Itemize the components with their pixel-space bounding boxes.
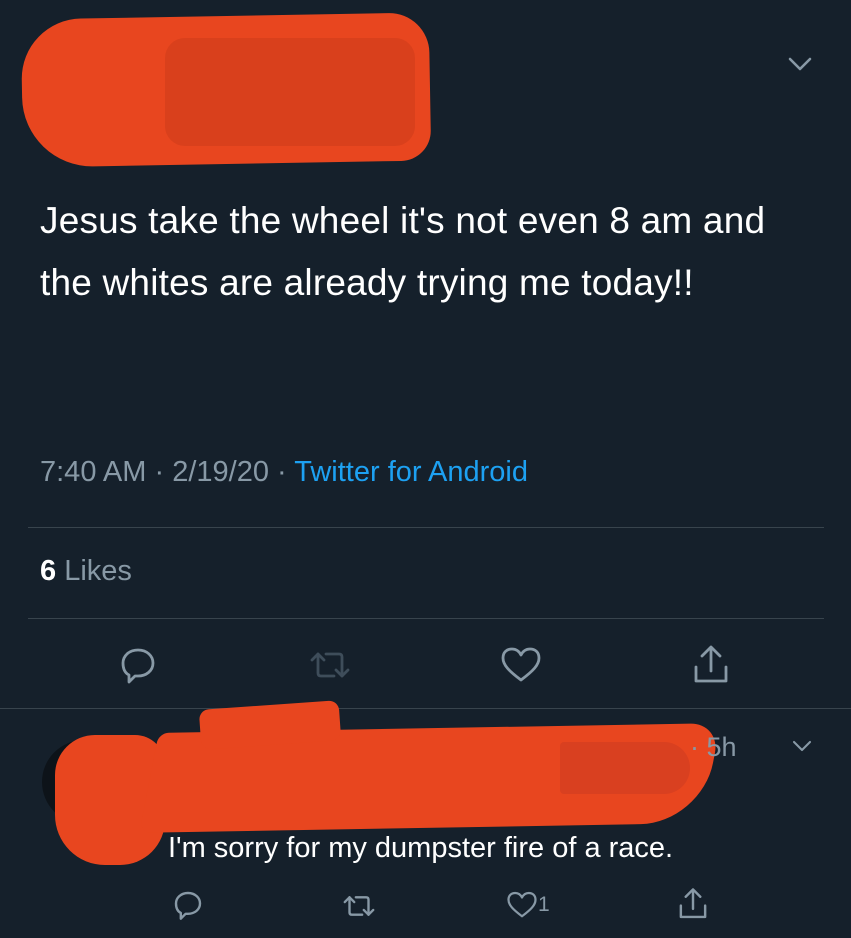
reply-retweet-icon[interactable] bbox=[340, 890, 378, 922]
tweet-date: 2/19/20 bbox=[172, 456, 269, 488]
meta-separator: · bbox=[690, 732, 699, 762]
reply-reply-icon[interactable] bbox=[172, 889, 204, 921]
likes-label: Likes bbox=[64, 555, 132, 587]
divider bbox=[0, 708, 851, 709]
reply-like-heart-icon[interactable] bbox=[505, 890, 539, 920]
tweet-options-chevron-down-icon[interactable] bbox=[786, 54, 814, 74]
tweet-text: Jesus take the wheel it's not even 8 am … bbox=[40, 200, 766, 303]
reply-meta: · 5h bbox=[690, 732, 737, 763]
tweet-source-link[interactable]: Twitter for Android bbox=[294, 456, 528, 488]
like-heart-icon[interactable] bbox=[499, 645, 543, 685]
reply-time: 5h bbox=[706, 732, 737, 762]
tweet-time: 7:40 AM bbox=[40, 456, 147, 488]
meta-separator: · bbox=[154, 456, 165, 488]
divider bbox=[28, 618, 824, 619]
tweet-meta: 7:40 AM · 2/19/20 · Twitter for Android bbox=[40, 456, 528, 489]
likes-count: 6 bbox=[40, 555, 57, 587]
reply-text: I'm sorry for my dumpster fire of a race… bbox=[168, 832, 674, 864]
reply-icon[interactable] bbox=[118, 645, 158, 685]
likes-summary[interactable]: 6 Likes bbox=[40, 555, 132, 588]
reply-share-icon[interactable] bbox=[676, 886, 710, 922]
retweet-icon[interactable] bbox=[306, 645, 354, 685]
meta-separator: · bbox=[277, 456, 287, 488]
reply-options-chevron-down-icon[interactable] bbox=[790, 738, 814, 754]
share-icon[interactable] bbox=[690, 643, 732, 687]
divider bbox=[28, 527, 824, 528]
reply-like-count: 1 bbox=[538, 893, 550, 916]
